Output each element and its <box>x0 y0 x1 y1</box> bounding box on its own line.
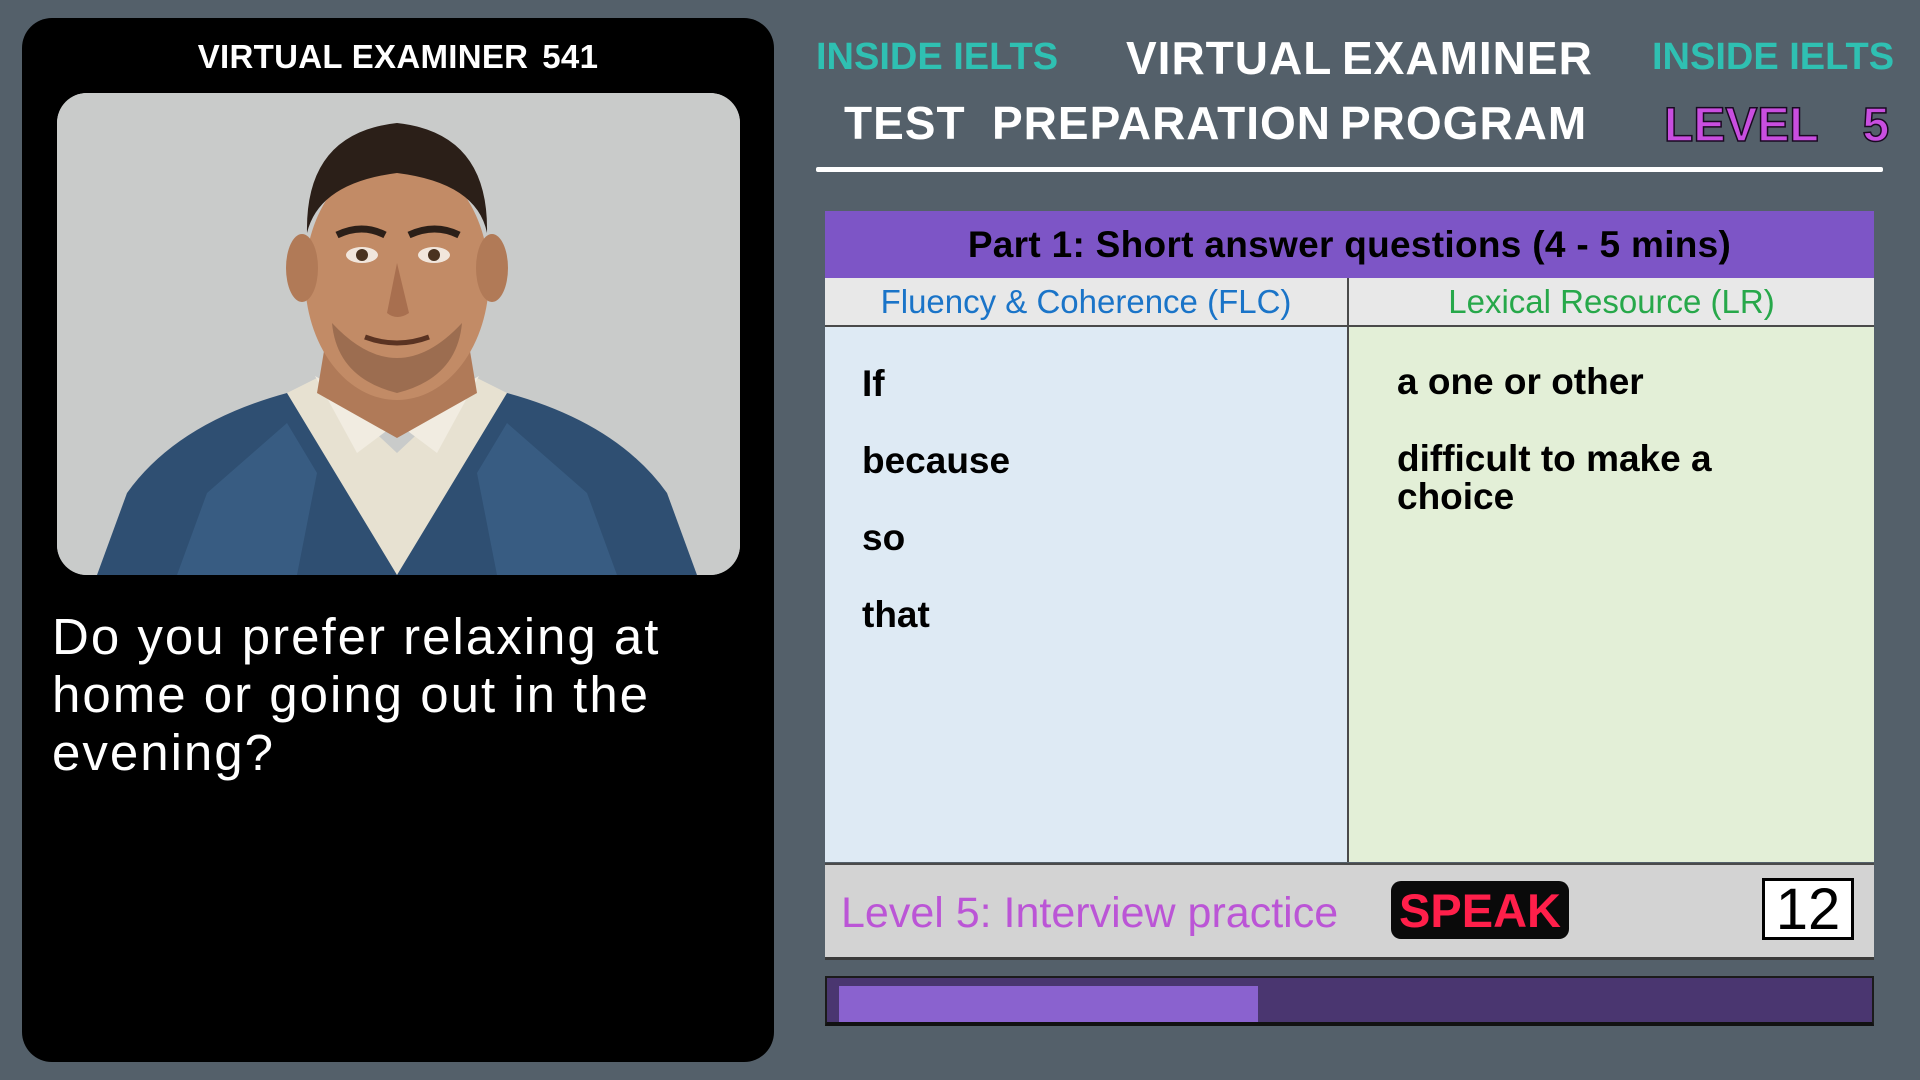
mode-label: Level 5: Interview practice <box>841 889 1339 937</box>
title-word-virtual: VIRTUAL <box>1126 32 1333 84</box>
part-title: Part 1: Short answer questions (4 - 5 mi… <box>825 211 1874 278</box>
examiner-question: Do you prefer relaxing at home or going … <box>52 608 661 781</box>
title-word-examiner: EXAMINER <box>1342 32 1593 84</box>
examiner-portrait <box>57 93 740 575</box>
lr-item: a one or other <box>1397 361 1644 402</box>
footer-bar: Level 5: Interview practice SPEAK 12 <box>825 863 1874 960</box>
level-number: 5 <box>1862 98 1890 153</box>
examiner-number: 541 <box>542 38 599 75</box>
examiner-avatar-image <box>57 93 740 575</box>
lr-item: difficult to make a choice <box>1397 438 1712 517</box>
criteria-card: Part 1: Short answer questions (4 - 5 mi… <box>825 211 1874 960</box>
progress-bar <box>825 976 1874 1026</box>
header-divider <box>816 167 1883 172</box>
lr-header: Lexical Resource (LR) <box>1349 278 1874 327</box>
flc-column: If because so that <box>825 327 1349 862</box>
flc-word: so <box>862 517 906 558</box>
flc-word: that <box>862 594 930 635</box>
progress-fill <box>839 986 1258 1022</box>
flc-word: If <box>862 363 885 404</box>
examiner-title-label: VIRTUAL EXAMINER <box>197 38 529 75</box>
lr-column: a one or other difficult to make a choic… <box>1349 327 1874 862</box>
subtitle-word-preparation: PREPARATION <box>992 97 1331 149</box>
brand-left: INSIDE IELTS <box>816 36 1059 78</box>
examiner-panel: VIRTUAL EXAMINER 541 Do you prefer relax… <box>22 18 774 1062</box>
subtitle-word-test: TEST <box>844 97 966 149</box>
subtitle-word-program: PROGRAM <box>1340 97 1588 149</box>
flc-word: because <box>862 440 1011 481</box>
level-badge: LEVEL 5 <box>1663 98 1890 153</box>
flc-header: Fluency & Coherence (FLC) <box>825 278 1349 327</box>
speak-button[interactable]: SPEAK <box>1391 881 1569 939</box>
brand-right: INSIDE IELTS <box>1652 36 1895 78</box>
examiner-title: VIRTUAL EXAMINER 541 <box>22 38 774 76</box>
question-counter: 12 <box>1762 877 1854 942</box>
level-label: LEVEL <box>1663 98 1818 153</box>
